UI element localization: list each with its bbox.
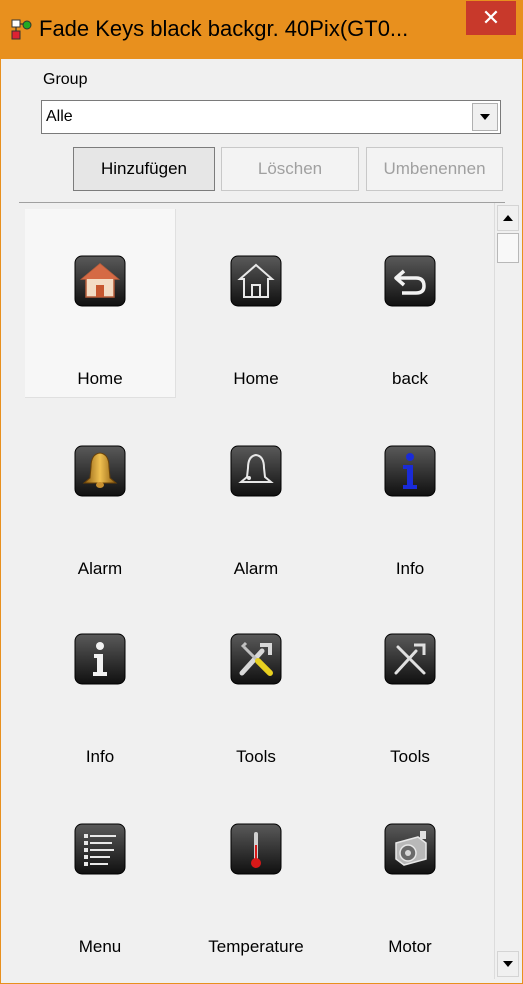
grid-item-label: Temperature [208, 937, 304, 956]
delete-button[interactable]: Löschen [221, 147, 359, 191]
motor-icon [384, 823, 436, 875]
grid-item-label: Menu [78, 937, 122, 956]
grid-item-label: Tools [236, 747, 276, 766]
grid-item[interactable]: Temperature [181, 777, 331, 965]
grid-item[interactable]: Tools [335, 587, 485, 775]
grid-item-label: Home [77, 369, 123, 388]
grid-item[interactable]: Menu [25, 777, 175, 965]
vertical-scrollbar[interactable] [494, 203, 521, 979]
grid-item[interactable]: Alarm [181, 399, 331, 587]
bell-outline-icon [230, 445, 282, 497]
rename-button[interactable]: Umbenennen [366, 147, 503, 191]
icon-grid: Home Home back Alarm Alarm Info Info Too… [19, 203, 494, 979]
grid-item-label: Info [395, 559, 425, 578]
scroll-down-button[interactable] [497, 951, 519, 977]
close-button[interactable]: ✕ [466, 1, 516, 35]
tools-color-icon [230, 633, 282, 685]
scroll-up-button[interactable] [497, 205, 519, 231]
back-arrow-icon [384, 255, 436, 307]
grid-item[interactable]: Motor [335, 777, 485, 965]
home-color-icon [74, 255, 126, 307]
grid-item-label: Home [233, 369, 279, 388]
chevron-up-icon [503, 215, 513, 221]
window-title: Fade Keys black backgr. 40Pix(GT0... [39, 16, 409, 41]
close-icon: ✕ [481, 5, 501, 30]
info-blue-icon [384, 445, 436, 497]
tools-outline-icon [384, 633, 436, 685]
scroll-thumb[interactable] [497, 233, 519, 263]
grid-item-label: Alarm [77, 559, 123, 578]
grid-item-label: Tools [390, 747, 430, 766]
grid-item-label: Alarm [233, 559, 279, 578]
grid-item[interactable]: Home [181, 209, 331, 397]
group-label: Group [43, 71, 88, 88]
app-icon [11, 19, 32, 40]
grid-item[interactable]: Info [335, 399, 485, 587]
dropdown-arrow-icon[interactable] [472, 103, 498, 131]
grid-item[interactable]: Info [25, 587, 175, 775]
bell-color-icon [74, 445, 126, 497]
grid-item-label: Info [85, 747, 115, 766]
grid-item[interactable]: Alarm [25, 399, 175, 587]
home-outline-icon [230, 255, 282, 307]
grid-item-label: back [392, 369, 428, 388]
add-button[interactable]: Hinzufügen [73, 147, 215, 191]
title-bar: Fade Keys black backgr. 40Pix(GT0... ✕ [1, 1, 522, 59]
chevron-down-icon [503, 961, 513, 967]
menu-list-icon [74, 823, 126, 875]
info-white-icon [74, 633, 126, 685]
group-select[interactable]: Alle [41, 100, 501, 134]
grid-item[interactable]: Tools [181, 587, 331, 775]
thermometer-icon [230, 823, 282, 875]
grid-item[interactable]: back [335, 209, 485, 397]
grid-item-label: Motor [388, 937, 432, 956]
group-select-value: Alle [46, 108, 73, 125]
grid-item[interactable]: Home [25, 209, 176, 398]
fade-keys-window: Fade Keys black backgr. 40Pix(GT0... ✕ G… [0, 0, 523, 984]
